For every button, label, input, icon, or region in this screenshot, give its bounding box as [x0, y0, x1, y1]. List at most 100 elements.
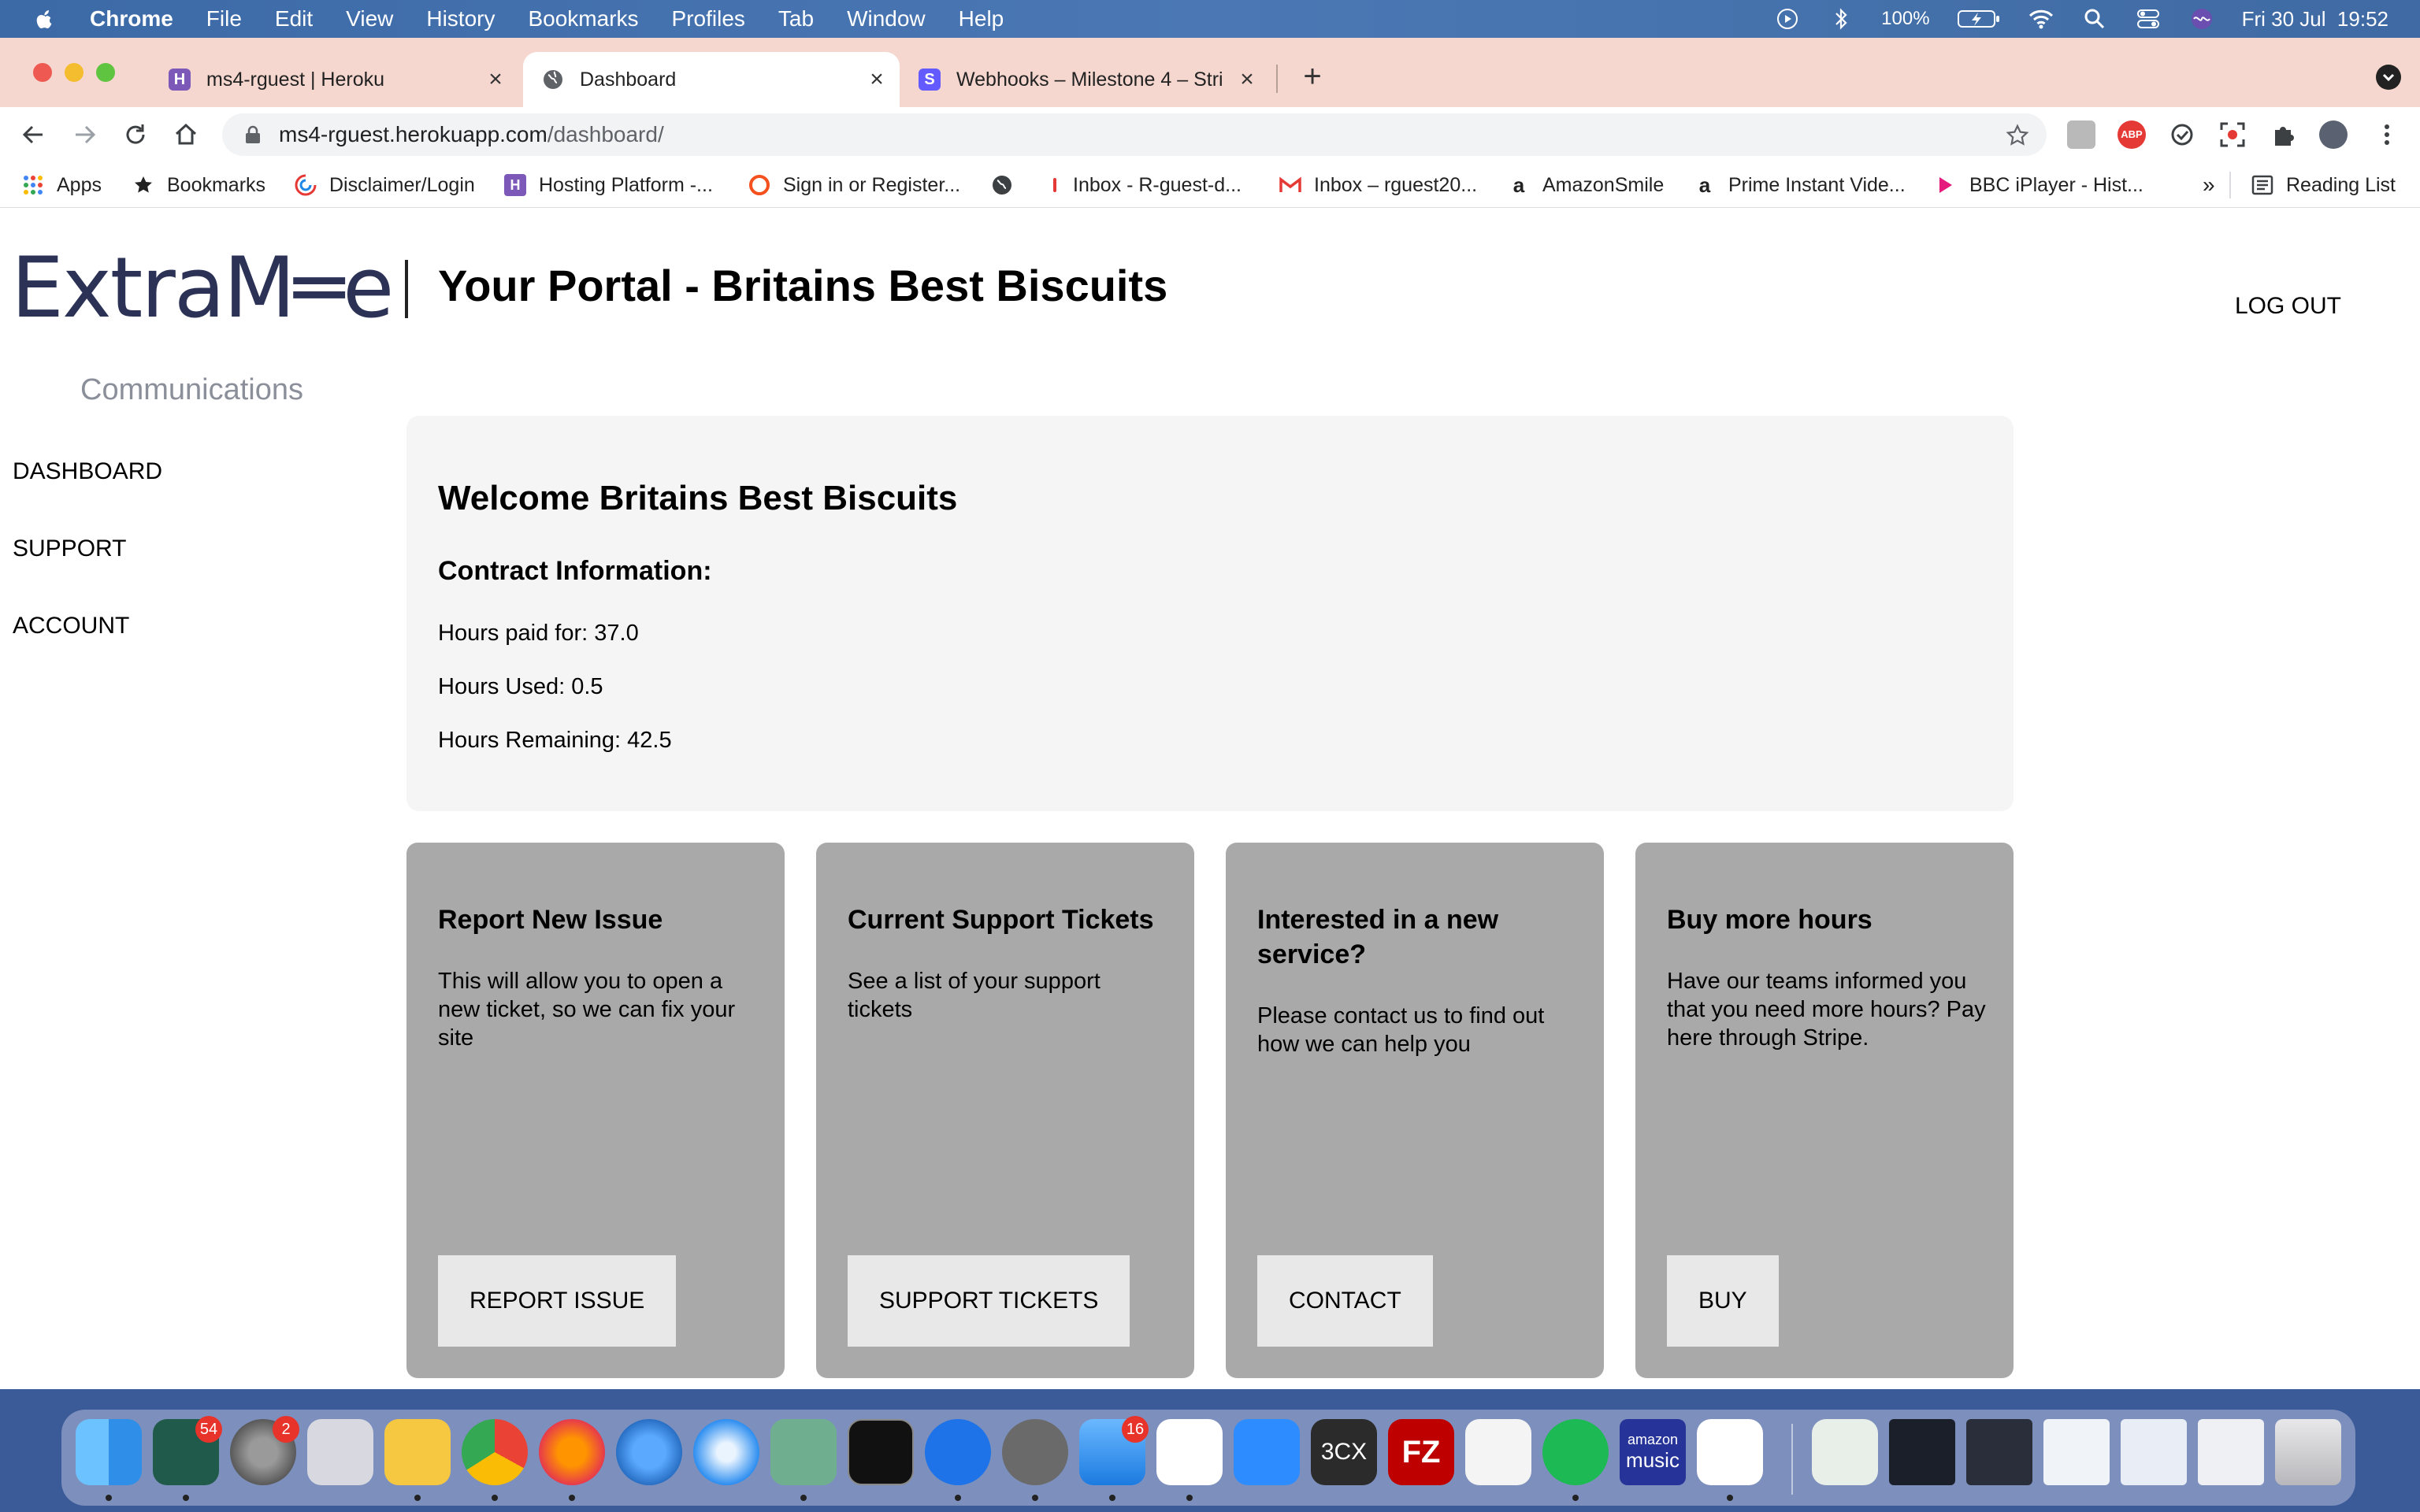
bookmark-prime-video[interactable]: a Prime Instant Vide...: [1694, 172, 1906, 198]
card-text: This will allow you to open a new ticket…: [438, 969, 736, 1051]
hosting-icon: H: [504, 174, 526, 196]
firefox-icon[interactable]: [539, 1419, 605, 1485]
tab-close-icon[interactable]: ×: [484, 68, 507, 91]
menubar-window[interactable]: Window: [847, 6, 926, 32]
terminal-icon[interactable]: [848, 1419, 914, 1485]
battery-icon[interactable]: [1957, 6, 2001, 32]
textedit-icon[interactable]: [1465, 1419, 1531, 1485]
window-minimize-button[interactable]: [65, 63, 84, 82]
spotlight-search-icon[interactable]: [2081, 6, 2108, 32]
bookmark-inbox-rguest[interactable]: Inbox - R-guest-d...: [1049, 172, 1242, 198]
amazon-music-icon[interactable]: amazon music: [1620, 1419, 1686, 1485]
tab-dashboard[interactable]: Dashboard ×: [523, 52, 900, 107]
menubar-history[interactable]: History: [426, 6, 495, 32]
bookmark-sign-in[interactable]: Sign in or Register...: [748, 172, 960, 198]
tab-close-icon[interactable]: ×: [865, 68, 889, 91]
nav-support[interactable]: SUPPORT: [13, 536, 162, 562]
back-icon[interactable]: [19, 120, 47, 149]
extramile-logo[interactable]: ExtraM═e Communications: [11, 244, 394, 406]
trash-icon[interactable]: [2275, 1419, 2341, 1485]
menubar-profiles[interactable]: Profiles: [672, 6, 745, 32]
apple-menu-icon[interactable]: [32, 6, 58, 32]
zoom-icon[interactable]: [1234, 1419, 1300, 1485]
menubar-datetime[interactable]: Fri 30 Jul 19:52: [2242, 7, 2388, 32]
nav-dashboard[interactable]: DASHBOARD: [13, 458, 162, 485]
amazon-music-label-bottom: music: [1626, 1448, 1680, 1472]
tab-search-icon[interactable]: [2376, 65, 2401, 90]
wps-icon[interactable]: [1697, 1419, 1763, 1485]
filezilla-icon[interactable]: FZ: [1388, 1419, 1454, 1485]
bookmark-inbox-gmail[interactable]: Inbox – rguest20...: [1279, 172, 1477, 198]
siri-icon[interactable]: [2188, 6, 2215, 32]
report-issue-button[interactable]: REPORT ISSUE: [438, 1255, 677, 1347]
new-tab-button[interactable]: +: [1298, 61, 1327, 92]
menubar-tab[interactable]: Tab: [778, 6, 814, 32]
bookmarks-bar: Apps Bookmarks Disclaimer/Login H Hostin…: [0, 162, 2420, 208]
forward-icon[interactable]: [71, 120, 99, 149]
atom-icon[interactable]: [770, 1419, 837, 1485]
reading-list-button[interactable]: Reading List: [2251, 172, 2396, 198]
bookmark-amazonsmile[interactable]: a AmazonSmile: [1508, 172, 1664, 198]
wifi-icon[interactable]: [2028, 6, 2054, 32]
home-icon[interactable]: [172, 120, 200, 149]
bookmark-hosting-platform[interactable]: H Hosting Platform -...: [504, 172, 713, 198]
chrome-menu-icon[interactable]: [2373, 120, 2401, 149]
tableplus-icon[interactable]: [1002, 1419, 1068, 1485]
menubar-file[interactable]: File: [206, 6, 242, 32]
reload-icon[interactable]: [121, 120, 150, 149]
extensions-puzzle-icon[interactable]: [2269, 120, 2297, 149]
tab-webhooks[interactable]: S Webhooks – Milestone 4 – Stri ×: [900, 52, 1270, 107]
card-report-issue: Report New Issue This will allow you to …: [406, 843, 785, 1378]
minimized-window-2[interactable]: [1966, 1419, 2032, 1485]
downloads-stack-icon[interactable]: [1812, 1419, 1878, 1485]
play-status-icon[interactable]: [1774, 6, 1801, 32]
extension-icon[interactable]: [2067, 120, 2095, 149]
spotify-icon[interactable]: [1542, 1419, 1609, 1485]
nav-account[interactable]: ACCOUNT: [13, 613, 162, 639]
contact-button[interactable]: CONTACT: [1257, 1255, 1433, 1347]
lock-icon[interactable]: [244, 124, 262, 145]
tab-heroku[interactable]: H ms4-rguest | Heroku ×: [150, 52, 518, 107]
3cx-icon[interactable]: 3CX: [1311, 1419, 1377, 1485]
bookmark-apps[interactable]: Apps: [22, 172, 102, 198]
launchpad-icon[interactable]: [307, 1419, 373, 1485]
safari-icon[interactable]: [693, 1419, 759, 1485]
bookmarks-overflow-button[interactable]: »: [2203, 172, 2215, 198]
buy-button[interactable]: BUY: [1667, 1255, 1779, 1347]
bookmark-star-icon[interactable]: [2006, 124, 2029, 147]
bluetooth-icon[interactable]: [1828, 6, 1854, 32]
profile-avatar[interactable]: [2319, 120, 2348, 149]
minimized-window-4[interactable]: [2121, 1419, 2187, 1485]
macos-menubar: Chrome File Edit View History Bookmarks …: [0, 0, 2420, 38]
menubar-app-name[interactable]: Chrome: [90, 6, 173, 32]
menubar-bookmarks[interactable]: Bookmarks: [528, 6, 638, 32]
bookmark-globe[interactable]: [991, 172, 1026, 198]
support-tickets-button[interactable]: SUPPORT TICKETS: [848, 1255, 1130, 1347]
pinpoint-icon[interactable]: [925, 1419, 991, 1485]
slack-icon[interactable]: [1156, 1419, 1223, 1485]
finder-icon[interactable]: [76, 1419, 142, 1485]
control-center-icon[interactable]: [2135, 6, 2162, 32]
menubar-view[interactable]: View: [346, 6, 393, 32]
minimized-window-3[interactable]: [2043, 1419, 2110, 1485]
adblock-icon[interactable]: ABP: [2118, 120, 2146, 149]
sync-extension-icon[interactable]: [2168, 120, 2196, 149]
logout-link[interactable]: LOG OUT: [2235, 293, 2341, 320]
screen-capture-icon[interactable]: [2218, 120, 2247, 149]
browser-tab-strip: H ms4-rguest | Heroku × Dashboard × S We…: [0, 38, 2420, 107]
minimized-window-5[interactable]: [2198, 1419, 2264, 1485]
menubar-edit[interactable]: Edit: [275, 6, 313, 32]
menubar-help[interactable]: Help: [959, 6, 1004, 32]
thunderbird-icon[interactable]: [616, 1419, 682, 1485]
bookmark-bookmarks[interactable]: Bookmarks: [132, 172, 265, 198]
cyberduck-icon[interactable]: [384, 1419, 451, 1485]
chrome-icon[interactable]: [462, 1419, 528, 1485]
window-zoom-button[interactable]: [96, 63, 115, 82]
bookmark-disclaimer-login[interactable]: Disclaimer/Login: [295, 172, 475, 198]
address-bar[interactable]: ms4-rguest.herokuapp.com/dashboard/: [222, 113, 2047, 156]
bookmark-bbc-iplayer[interactable]: BBC iPlayer - Hist...: [1935, 172, 2143, 198]
tab-close-icon[interactable]: ×: [1235, 68, 1259, 91]
minimized-window-1[interactable]: [1889, 1419, 1955, 1485]
window-close-button[interactable]: [33, 63, 52, 82]
apps-grid-icon: [22, 174, 44, 196]
